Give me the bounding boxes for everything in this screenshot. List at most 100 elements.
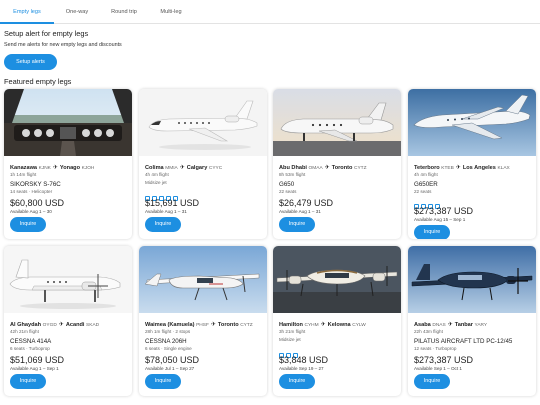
origin-city: Teterboro [414, 165, 440, 171]
availability: Available Aug 1 – 31 [145, 209, 187, 214]
featured-heading: Featured empty legs [4, 77, 72, 86]
empty-leg-card[interactable]: Waimea (Kamuela) PHSF ✈ Toronto CYTZ 28h 1m… [139, 246, 267, 396]
empty-leg-card[interactable]: Hamilton CYHM ✈ Kelowna CYLW 3h 21m flight M… [273, 246, 401, 396]
aircraft-model: CESSNA 206H [145, 338, 187, 345]
origin-code: KJNK [38, 166, 51, 171]
amenity-icons [279, 345, 300, 358]
availability: Available Aug 15 – Sep 1 [414, 217, 466, 222]
aircraft-photo [408, 246, 536, 313]
inquire-button[interactable]: Inquire [414, 225, 450, 239]
aircraft-seats: 14 seats · Helicopter [10, 189, 53, 194]
destination-code: CYTZ [240, 323, 253, 328]
route: Colima MMIA ✈ Calgary CYYC [145, 164, 265, 171]
aircraft-class: Midsize jet [145, 180, 167, 185]
aircraft-photo [4, 246, 132, 313]
destination-city: Kelowna [327, 322, 351, 328]
origin-city: Kanazawa [10, 165, 38, 171]
empty-leg-card[interactable]: Colima MMIA ✈ Calgary CYYC 4h 4m flight Mids… [139, 89, 267, 239]
aircraft-model: G650 [279, 181, 295, 188]
empty-leg-card[interactable]: Abu Dhabi OMAA ✈ Toronto CYTZ 8h 53m flight… [273, 89, 401, 239]
route: Abu Dhabi OMAA ✈ Toronto CYTZ [279, 164, 399, 171]
plane-icon: ✈ [58, 322, 64, 328]
price: $3,848 USD [279, 355, 329, 365]
availability: Available Jul 1 – Sep 27 [145, 366, 195, 371]
availability: Available Aug 1 – 30 [10, 209, 52, 214]
origin-code: DNAS [432, 323, 446, 328]
aircraft-model: PILATUS AIRCRAFT LTD PC-12/45 [414, 338, 513, 345]
aircraft-photo [139, 89, 267, 156]
aircraft-seats: 6 seats · Turboprop [10, 346, 50, 351]
empty-leg-card[interactable]: Kanazawa KJNK ✈ Yonago KJOH 1h 14m flight SI… [4, 89, 132, 239]
amenity-icons [145, 188, 180, 201]
destination-city: Acandi [65, 322, 85, 328]
origin-city: Hamilton [279, 322, 303, 328]
origin-city: Al Ghaydah [10, 322, 42, 328]
availability: Available Sep 1 – Oct 1 [414, 366, 462, 371]
origin-city: Waimea (Kamuela) [145, 322, 195, 328]
origin-code: KTEB [441, 166, 454, 171]
tab-one-way[interactable]: One-way [54, 0, 100, 24]
price: $273,387 USD [414, 206, 474, 216]
flight-duration: 8h 53m flight [279, 172, 306, 177]
plane-icon: ✈ [52, 165, 58, 171]
tab-round-trip[interactable]: Round trip [100, 0, 148, 24]
flight-duration: 1h 14m flight [10, 172, 37, 177]
origin-city: Abu Dhabi [279, 165, 307, 171]
origin-code: OYGD [42, 323, 57, 328]
flight-duration: 22h 43m flight [414, 329, 443, 334]
inquire-button[interactable]: Inquire [10, 374, 46, 389]
origin-code: CYHM [304, 323, 319, 328]
aircraft-photo [139, 246, 267, 313]
aircraft-seats: 12 seats · Turboprop [414, 346, 457, 351]
aircraft-seats: 6 seats · Single engine [145, 346, 192, 351]
destination-city: Yonago [59, 165, 81, 171]
price: $15,691 USD [145, 198, 200, 208]
destination-city: Toronto [331, 165, 353, 171]
availability: Available Aug 1 – 31 [279, 209, 321, 214]
availability: Available Sep 19 – 27 [279, 366, 324, 371]
setup-alert-description: Send me alerts for new empty legs and di… [4, 42, 122, 48]
aircraft-class: Midsize jet [279, 337, 301, 342]
aircraft-photo [408, 89, 536, 156]
aircraft-seats: 22 seats [414, 189, 432, 194]
plane-icon: ✈ [447, 322, 453, 328]
tab-empty-legs[interactable]: Empty legs [0, 0, 54, 24]
plane-icon: ✈ [324, 165, 330, 171]
inquire-button[interactable]: Inquire [145, 217, 181, 232]
destination-city: Calgary [186, 165, 208, 171]
price: $273,387 USD [414, 355, 474, 365]
origin-code: OMAA [308, 166, 323, 171]
inquire-button[interactable]: Inquire [279, 374, 315, 389]
aircraft-model: CESSNA 414A [10, 338, 52, 345]
setup-alerts-button[interactable]: Setup alerts [4, 54, 57, 70]
destination-city: Los Angeles [462, 165, 496, 171]
inquire-button[interactable]: Inquire [10, 217, 46, 232]
route: Hamilton CYHM ✈ Kelowna CYLW [279, 321, 399, 328]
empty-leg-card[interactable]: Asaba DNAS ✈ Tanbar YARY 22h 43m flight PILA… [408, 246, 536, 396]
destination-code: CYLW [352, 323, 366, 328]
empty-leg-card[interactable]: Al Ghaydah OYGD ✈ Acandi SKAD 42h 21m fligh… [4, 246, 132, 396]
origin-code: PHSF [196, 323, 209, 328]
trip-type-tabs: Empty legs One-way Round trip Multi-leg [0, 0, 540, 24]
plane-icon: ✈ [320, 322, 326, 328]
inquire-button[interactable]: Inquire [414, 374, 450, 389]
origin-city: Asaba [414, 322, 431, 328]
route: Waimea (Kamuela) PHSF ✈ Toronto CYTZ [145, 321, 265, 328]
flight-duration: 4h 4m flight [145, 172, 169, 177]
route: Asaba DNAS ✈ Tanbar YARY [414, 321, 534, 328]
destination-code: KJOH [81, 166, 95, 171]
aircraft-photo [4, 89, 132, 156]
setup-alert-heading: Setup alert for empty legs [4, 29, 89, 38]
flight-duration: 3h 21m flight [279, 329, 306, 334]
destination-code: KLAX [497, 166, 510, 171]
plane-icon: ✈ [455, 165, 461, 171]
empty-leg-card[interactable]: Teterboro KTEB ✈ Los Angeles KLAX 4h 4m fli… [408, 89, 536, 239]
inquire-button[interactable]: Inquire [279, 217, 315, 232]
aircraft-model: SIKORSKY S-76C [10, 181, 61, 188]
destination-city: Tanbar [454, 322, 473, 328]
plane-icon: ✈ [210, 322, 216, 328]
tab-multi-leg[interactable]: Multi-leg [148, 0, 194, 24]
flight-duration: 28h 1m flight · 2 stops [145, 329, 191, 334]
aircraft-seats: 22 seats [279, 189, 297, 194]
inquire-button[interactable]: Inquire [145, 374, 181, 389]
